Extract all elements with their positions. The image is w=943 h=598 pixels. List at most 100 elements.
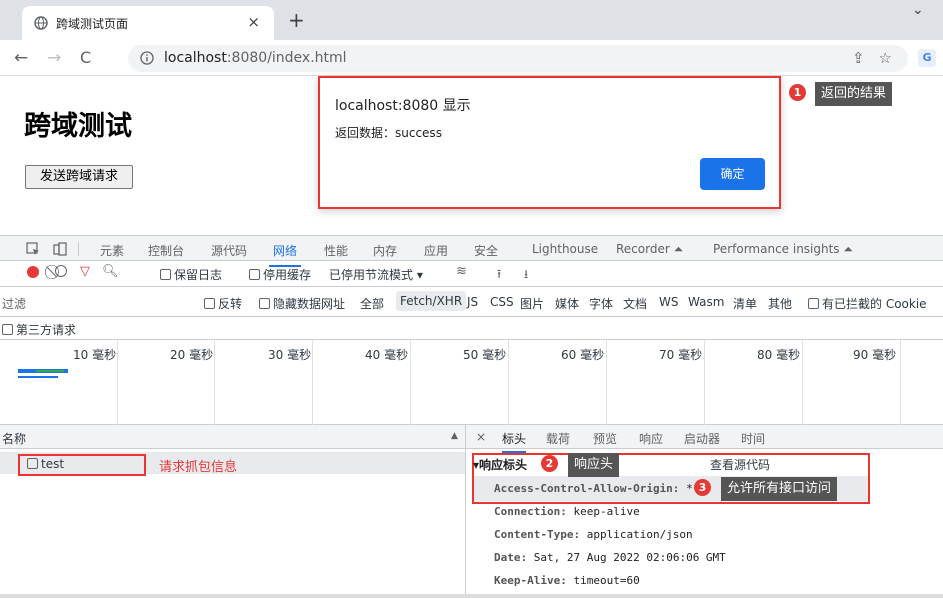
tab-initiator[interactable]: 启动器 [684, 430, 720, 447]
annotation-callout-3: 允许所有接口访问 [721, 477, 838, 501]
third-party-checkbox[interactable]: 第三方请求 [2, 321, 76, 338]
tab-title: 跨域测试页面 [56, 17, 129, 31]
devtools-tab-performance-insights[interactable]: Performance insights ⏶ [713, 242, 853, 257]
devtools-tab-memory[interactable]: 内存 [373, 242, 397, 259]
devtools-tab-lighthouse[interactable]: Lighthouse [532, 242, 598, 256]
device-toolbar-icon[interactable] [53, 242, 67, 256]
header-content-type: Content-Type: application/json [494, 528, 693, 541]
devtools-tab-performance[interactable]: 性能 [324, 242, 348, 259]
star-icon[interactable]: ☆ [879, 49, 892, 67]
header-connection: Connection: keep-alive [494, 505, 640, 518]
filter-type-wasm[interactable]: Wasm [688, 295, 724, 309]
timeline-bar [18, 376, 58, 378]
filter-type-ws[interactable]: WS [659, 295, 678, 309]
invert-checkbox[interactable]: 反转 [204, 295, 242, 312]
devtools-tab-console[interactable]: 控制台 [148, 242, 184, 259]
filter-type-doc[interactable]: 文档 [623, 295, 647, 312]
reload-icon[interactable]: C [80, 48, 91, 68]
timeline-label: 10 毫秒 [73, 348, 117, 362]
record-icon[interactable] [27, 266, 39, 278]
dialog-title: localhost:8080 显示 [335, 98, 471, 114]
tab-search-icon[interactable]: ⌄ [912, 2, 924, 18]
timeline-label: 60 毫秒 [561, 348, 605, 362]
timeline-label: 50 毫秒 [463, 348, 507, 362]
page-heading: 跨域测试 [24, 111, 132, 142]
browser-tab[interactable]: 跨域测试页面 × [22, 6, 274, 40]
url-text: localhost:8080/index.html [164, 50, 347, 66]
filter-type-fetch-xhr[interactable]: Fetch/XHR [396, 291, 467, 311]
view-source-link[interactable]: 查看源代码 [710, 456, 770, 473]
annotation-badge-1: 1 [789, 84, 806, 101]
tab-strip: 跨域测试页面 × + ⌄ [0, 0, 943, 40]
timeline-label: 90 毫秒 [853, 348, 897, 362]
extension-icon[interactable]: G [918, 49, 936, 67]
devtools-tab-application[interactable]: 应用 [424, 242, 448, 259]
filter-type-css[interactable]: CSS [490, 295, 514, 309]
devtools-tab-sources[interactable]: 源代码 [211, 242, 247, 259]
filter-type-all[interactable]: 全部 [360, 295, 384, 312]
import-har-icon[interactable]: ⭱ [497, 265, 501, 286]
request-annotation-label: 请求抓包信息 [159, 460, 238, 475]
devtools-tab-network[interactable]: 网络 [268, 242, 302, 267]
disable-cache-checkbox[interactable]: 停用缓存 [249, 266, 311, 283]
tab-preview[interactable]: 预览 [593, 430, 617, 447]
tab-payload[interactable]: 载荷 [546, 430, 570, 447]
filter-type-font[interactable]: 字体 [589, 295, 613, 312]
forward-icon[interactable]: → [47, 48, 61, 68]
devtools-tab-recorder[interactable]: Recorder ⏶ [616, 242, 683, 257]
info-icon[interactable] [140, 51, 154, 65]
globe-icon [34, 16, 48, 30]
filter-type-img[interactable]: 图片 [520, 295, 544, 312]
annotation-callout-2: 响应头 [568, 453, 620, 477]
inspect-icon[interactable] [26, 242, 40, 256]
share-icon[interactable]: ⇪ [852, 49, 865, 67]
blocked-cookies-checkbox[interactable]: 有已拦截的 Cookie [808, 295, 927, 312]
browser-toolbar: ← → C localhost:8080/index.html ⇪ ☆ G [0, 40, 943, 76]
clear-icon-ring [55, 265, 67, 277]
network-toolbar: ⃠ ▽ 🔍︎ 保留日志 停用缓存 已停用节流模式 ▾ ≋ ⭱ ⭳ [0, 261, 943, 287]
close-detail-icon[interactable]: × [476, 430, 486, 444]
annotation-callout-1: 返回的结果 [815, 82, 893, 106]
throttle-select[interactable]: 已停用节流模式 ▾ [329, 266, 423, 283]
address-bar[interactable]: localhost:8080/index.html ⇪ ☆ [128, 45, 908, 72]
filter-type-other[interactable]: 其他 [768, 295, 792, 312]
close-tab-icon[interactable]: × [247, 12, 260, 32]
names-column-header[interactable]: 名称 [2, 430, 26, 447]
devtools-tabbar: 元素 控制台 源代码 网络 性能 内存 应用 安全 Lighthouse Rec… [0, 235, 943, 267]
header-date: Date: Sat, 27 Aug 2022 02:06:06 GMT [494, 551, 726, 564]
timeline-label: 70 毫秒 [659, 348, 703, 362]
annotation-badge-3: 3 [694, 479, 711, 496]
new-tab-icon[interactable]: + [288, 10, 305, 30]
header-access-control-allow-origin: Access-Control-Allow-Origin: * [494, 482, 693, 495]
header-keep-alive: Keep-Alive: timeout=60 [494, 574, 640, 587]
preserve-log-checkbox[interactable]: 保留日志 [160, 266, 222, 283]
filter-input[interactable]: 过滤 [2, 295, 26, 312]
detail-tabbar: × 标头 载荷 预览 响应 启动器 时间 [466, 425, 943, 453]
filter-type-media[interactable]: 媒体 [555, 295, 579, 312]
names-header: 名称 ▲ [0, 425, 466, 449]
sort-asc-icon[interactable]: ▲ [451, 431, 458, 441]
alert-dialog: localhost:8080 显示 返回数据：success 确定 [318, 76, 781, 209]
filter-type-manifest[interactable]: 清单 [733, 295, 757, 312]
search-icon[interactable]: 🔍︎ [102, 264, 119, 279]
third-party-row: 第三方请求 [0, 317, 943, 340]
window-bottom-edge [0, 594, 943, 598]
filter-row: 过滤 反转 隐藏数据网址 全部 Fetch/XHR JS CSS 图片 媒体 字… [0, 287, 943, 317]
tab-headers[interactable]: 标头 [502, 430, 527, 453]
send-request-button[interactable]: 发送跨域请求 [25, 165, 133, 189]
hide-data-urls-checkbox[interactable]: 隐藏数据网址 [259, 295, 345, 312]
timeline-label: 40 毫秒 [365, 348, 409, 362]
dialog-message: 返回数据：success [335, 126, 442, 140]
tab-timing[interactable]: 时间 [741, 430, 765, 447]
export-har-icon[interactable]: ⭳ [524, 265, 528, 286]
network-conditions-icon[interactable]: ≋ [456, 264, 467, 279]
back-icon[interactable]: ← [14, 48, 28, 68]
timeline-bar-download [36, 370, 64, 372]
response-headers-toggle[interactable]: ▾响应标头 [473, 456, 527, 473]
filter-type-js[interactable]: JS [467, 295, 478, 309]
filter-icon[interactable]: ▽ [80, 264, 90, 279]
devtools-tab-security[interactable]: 安全 [474, 242, 498, 259]
devtools-tab-elements[interactable]: 元素 [100, 242, 124, 259]
tab-response[interactable]: 响应 [639, 430, 663, 447]
dialog-ok-button[interactable]: 确定 [700, 158, 765, 190]
